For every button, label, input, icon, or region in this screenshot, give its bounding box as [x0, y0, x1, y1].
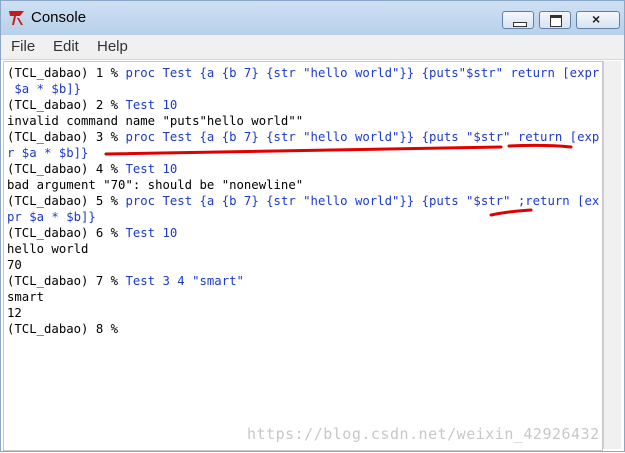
console-line: 70 [7, 257, 22, 273]
console-line: invalid command name "puts"hello world"" [7, 113, 303, 129]
console-command-text: Test 10 [125, 162, 178, 177]
title-bar[interactable]: Console × [1, 1, 624, 35]
console-command-text: proc Test {a {b 7} {str "hello world"}} … [125, 130, 600, 145]
window-title: Console [31, 9, 87, 26]
console-line: bad argument "70": should be "nonewline" [7, 177, 303, 193]
maximize-icon [550, 15, 562, 27]
console-prompt: (TCL_dabao) 7 % [7, 274, 126, 289]
console-line: (TCL_dabao) 1 % proc Test {a {b 7} {str … [7, 65, 599, 81]
console-line: smart [7, 289, 44, 305]
console-line: (TCL_dabao) 7 % Test 3 4 "smart" [7, 273, 244, 289]
console-prompt: (TCL_dabao) 3 % [7, 130, 126, 145]
console-line: (TCL_dabao) 6 % Test 10 [7, 225, 177, 241]
console-output-text: bad argument "70": should be "nonewline" [7, 178, 304, 193]
console-line: 12 [7, 305, 22, 321]
console-window: Console × File Edit Help (TCL_dabao) 1 %… [0, 0, 625, 452]
console-output-text: 70 [7, 258, 22, 273]
close-button[interactable]: × [576, 11, 620, 29]
vertical-scrollbar[interactable] [603, 61, 621, 449]
console-prompt: (TCL_dabao) 6 % [7, 226, 126, 241]
console-prompt: (TCL_dabao) 1 % [7, 66, 126, 80]
console-output[interactable]: (TCL_dabao) 1 % proc Test {a {b 7} {str … [3, 61, 603, 451]
console-prompt: (TCL_dabao) 5 % [7, 194, 126, 209]
maximize-button[interactable] [539, 11, 571, 29]
console-command-text: Test 10 [125, 98, 178, 113]
menu-edit[interactable]: Edit [53, 38, 79, 55]
close-icon: × [592, 11, 601, 27]
console-command-text: $a * $b]} [7, 82, 82, 97]
console-line: (TCL_dabao) 5 % proc Test {a {b 7} {str … [7, 193, 599, 209]
console-command-text: Test 3 4 "smart" [125, 274, 244, 289]
console-command-text: Test 10 [125, 226, 178, 241]
console-line: (TCL_dabao) 2 % Test 10 [7, 97, 177, 113]
console-line: r $a * $b]} [7, 145, 88, 161]
menu-file[interactable]: File [11, 38, 35, 55]
console-line: pr $a * $b]} [7, 209, 96, 225]
console-command-text: proc Test {a {b 7} {str "hello world"}} … [125, 194, 600, 209]
tk-feather-icon [9, 11, 24, 25]
console-output-text: invalid command name "puts"hello world"" [7, 114, 304, 129]
console-output-text: smart [7, 290, 45, 305]
minimize-icon [513, 22, 527, 27]
console-command-text: r $a * $b]} [7, 146, 89, 161]
watermark-text: https://blog.csdn.net/weixin_42926432 [247, 425, 600, 443]
console-output-text: 12 [7, 306, 22, 321]
menu-bar: File Edit Help [1, 35, 624, 60]
console-prompt: (TCL_dabao) 2 % [7, 98, 126, 113]
menu-help[interactable]: Help [97, 38, 128, 55]
console-line: (TCL_dabao) 4 % Test 10 [7, 161, 177, 177]
minimize-button[interactable] [502, 11, 534, 29]
console-command-text: pr $a * $b]} [7, 210, 96, 225]
console-prompt: (TCL_dabao) 4 % [7, 162, 126, 177]
console-line: (TCL_dabao) 8 % [7, 321, 125, 337]
console-line: (TCL_dabao) 3 % proc Test {a {b 7} {str … [7, 129, 599, 145]
console-line: hello world [7, 241, 88, 257]
console-prompt: (TCL_dabao) 8 % [7, 322, 126, 337]
console-command-text: proc Test {a {b 7} {str "hello world"}} … [125, 66, 600, 80]
console-output-text: hello world [7, 242, 89, 257]
console-line: $a * $b]} [7, 81, 81, 97]
